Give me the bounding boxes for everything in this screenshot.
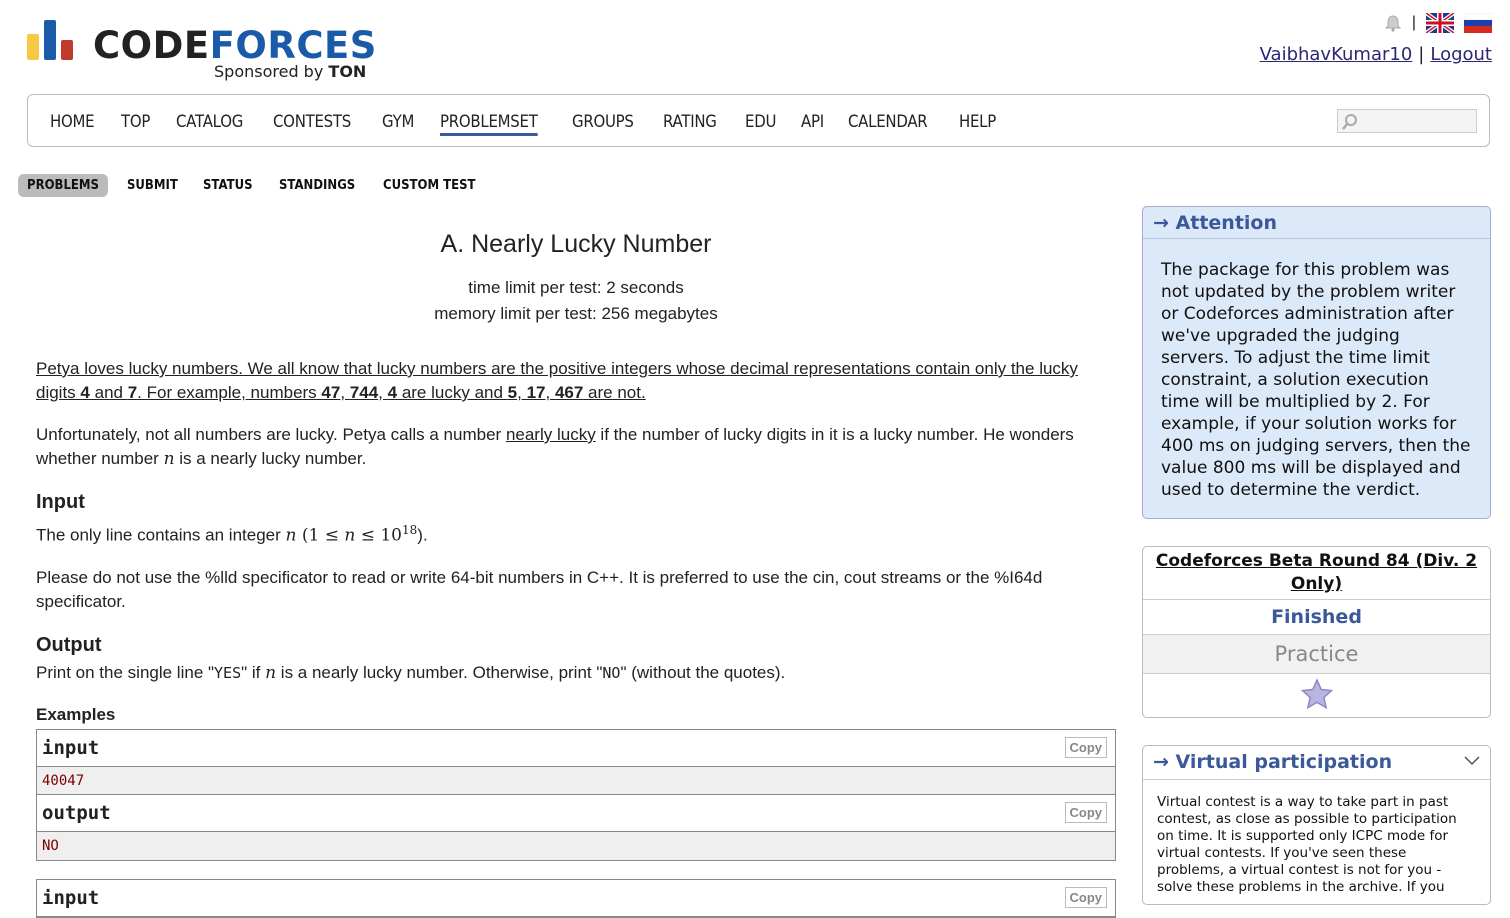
header-user-area: | VaibhavKumar10 | Logout: [1260, 10, 1492, 65]
attention-text: The package for this problem was not upd…: [1161, 260, 1471, 500]
virtual-participation-box: → Virtual participation Virtual contest …: [1142, 745, 1491, 905]
search-input[interactable]: [1337, 109, 1477, 133]
menu-item-home[interactable]: Home: [50, 112, 95, 136]
io-note: Please do not use the %lld specificator …: [36, 567, 1043, 611]
copy-button[interactable]: Copy: [1064, 801, 1107, 823]
search-icon: [1342, 114, 1357, 130]
attention-box: → Attention The package for this problem…: [1142, 206, 1491, 519]
round-name-link[interactable]: Codeforces Beta Round 84 (Div. 2 Only): [1156, 551, 1477, 594]
menu-item-contests[interactable]: Contests: [273, 112, 351, 136]
notification-bell-icon[interactable]: [1384, 14, 1402, 32]
menu-item-gym[interactable]: Gym: [382, 112, 414, 136]
contest-round-box: Codeforces Beta Round 84 (Div. 2 Only) F…: [1142, 546, 1491, 718]
copy-button[interactable]: Copy: [1064, 886, 1107, 908]
examples-title: Examples: [36, 704, 116, 724]
example-input-value[interactable]: 40047: [37, 766, 1115, 795]
example-input-label: input: [42, 886, 100, 909]
menu-item-catalog[interactable]: Catalog: [176, 112, 243, 136]
logout-link[interactable]: Logout: [1430, 44, 1492, 65]
output-specification: Print on the single line "YES" if n is a…: [36, 662, 786, 683]
example-block: input Copy: [36, 878, 1116, 918]
menu-item-groups[interactable]: Groups: [572, 112, 634, 136]
round-mode: Practice: [1143, 635, 1490, 674]
header-separator: |: [1411, 14, 1416, 31]
time-limit: time limit per test: 2 seconds: [468, 278, 684, 297]
logo-wordmark: CODEFORCES: [93, 24, 377, 67]
submenu-submit[interactable]: SUBMIT: [118, 174, 187, 197]
round-state: Finished: [1143, 600, 1490, 635]
menu-item-top[interactable]: Top: [121, 112, 150, 136]
problem-limits: time limit per test: 2 seconds memory li…: [36, 275, 1116, 327]
russian-flag-icon[interactable]: [1464, 13, 1492, 33]
example-output-value[interactable]: NO: [37, 831, 1115, 860]
virtual-title: → Virtual participation: [1153, 751, 1393, 773]
submenu-standings[interactable]: STANDINGS: [270, 174, 364, 197]
input-section-title: Input: [36, 491, 85, 513]
problem-statement: A. Nearly Lucky Number time limit per te…: [36, 200, 1116, 918]
legend-paragraph-2: Unfortunately, not all numbers are lucky…: [36, 425, 1074, 469]
virtual-text: Virtual contest is a way to take part in…: [1157, 794, 1457, 895]
submenu-problems[interactable]: PROBLEMS: [18, 174, 108, 197]
sponsor-text: Sponsored by TON: [214, 62, 367, 81]
example-input-label: input: [42, 736, 100, 759]
problem-title: A. Nearly Lucky Number: [440, 230, 712, 258]
menu-item-rating[interactable]: Rating: [663, 112, 717, 136]
menu-item-api[interactable]: API: [801, 112, 824, 136]
copy-button[interactable]: Copy: [1064, 736, 1107, 758]
menu-item-calendar[interactable]: Calendar: [848, 112, 928, 136]
logo-bars-icon: [27, 20, 79, 60]
main-menu: Home Top Catalog Contests Gym Problemset…: [27, 94, 1490, 147]
attention-title: → Attention: [1143, 207, 1490, 239]
menu-item-edu[interactable]: Edu: [745, 112, 776, 136]
submenu-custom-test[interactable]: CUSTOM TEST: [374, 174, 485, 197]
english-flag-icon[interactable]: [1426, 13, 1454, 33]
output-section-title: Output: [36, 633, 102, 656]
menu-item-help[interactable]: Help: [959, 112, 996, 136]
codeforces-logo[interactable]: CODEFORCES Sponsored by TON: [27, 20, 387, 90]
user-separator: |: [1418, 44, 1425, 65]
star-icon[interactable]: [1300, 678, 1334, 710]
legend-paragraph-1: Petya loves lucky numbers. We all know t…: [36, 359, 1078, 402]
second-level-menu: PROBLEMS SUBMIT STATUS STANDINGS CUSTOM …: [18, 174, 497, 197]
menu-item-problemset[interactable]: Problemset: [439, 112, 538, 136]
submenu-status[interactable]: STATUS: [194, 174, 262, 197]
example-block: input Copy 40047 output Copy NO: [36, 728, 1116, 861]
chevron-down-icon[interactable]: [1464, 756, 1480, 766]
username-link[interactable]: VaibhavKumar10: [1260, 44, 1413, 65]
memory-limit: memory limit per test: 256 megabytes: [434, 304, 718, 323]
input-specification: The only line contains an integer n (1 ≤…: [36, 523, 428, 546]
example-output-label: output: [42, 801, 111, 824]
